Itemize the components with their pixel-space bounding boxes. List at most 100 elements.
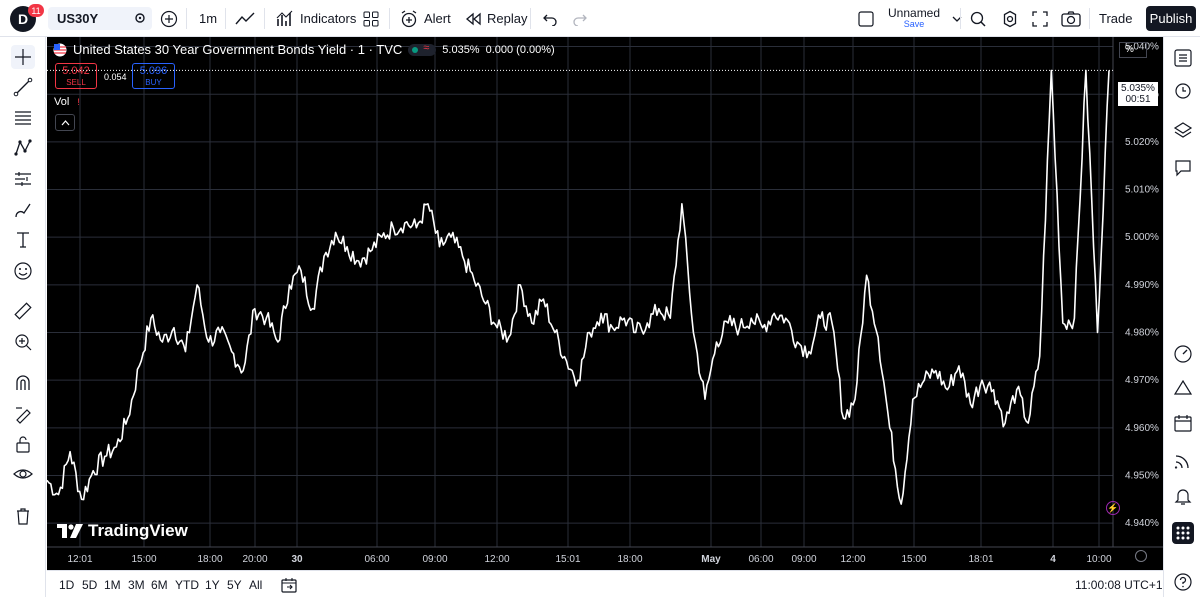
x-tick-label: 12:01 [67,554,92,565]
chart-type-button[interactable] [235,0,255,37]
range-1y[interactable]: 1Y [205,578,220,592]
apps-grid-icon[interactable] [1172,522,1194,544]
x-tick-label: 09:00 [422,554,447,565]
axis-settings-icon[interactable] [1135,550,1147,562]
y-tick-label: 4.980% [1125,328,1159,339]
y-tick-label: 4.990% [1125,280,1159,291]
compare-icon[interactable] [134,12,146,24]
add-symbol-button[interactable] [160,0,178,37]
layout-save-label: Save [903,18,925,29]
fullscreen-icon [1032,10,1048,27]
range-6m[interactable]: 6M [151,578,168,592]
ruler-icon[interactable] [11,299,35,323]
notification-badge: 11 [28,4,44,17]
fib-icon[interactable] [11,106,35,130]
range-1d[interactable]: 1D [59,578,74,592]
quick-search-icon [970,11,986,27]
quick-search-button[interactable] [969,0,987,37]
gauge-icon[interactable] [1172,343,1194,365]
forecast-icon[interactable] [11,167,35,191]
sell-button[interactable]: 5.042 SELL [55,63,97,89]
watchlist-icon[interactable] [1172,47,1194,69]
clock-timezone[interactable]: 11:00:08 UTC+1 [1075,578,1163,592]
fullscreen-button[interactable] [1032,0,1048,37]
grid-layout-icon [363,11,379,26]
range-ytd[interactable]: YTD [175,578,199,592]
collapse-legend-button[interactable] [55,114,75,131]
chevron-up-icon [61,119,69,125]
buy-label: BUY [145,78,162,87]
zoom-icon[interactable] [11,330,35,354]
trendline-icon[interactable] [11,75,35,99]
layout-name-button[interactable]: Unnamed Save [858,0,962,37]
chat-icon[interactable] [1172,157,1194,179]
layouts-button[interactable] [363,0,379,37]
buy-button[interactable]: 5.096 BUY [132,63,175,89]
replay-label: Replay [487,11,528,26]
volume-label: Vol [54,96,70,108]
x-tick-label: 15:01 [555,554,580,565]
layers-icon[interactable] [1172,119,1194,141]
camera-icon [1061,10,1081,27]
interval-label: 1m [199,11,218,26]
x-tick-label: 12:00 [840,554,865,565]
snapshot-button[interactable] [1061,0,1081,37]
bell-icon[interactable] [1172,485,1194,507]
range-5d[interactable]: 5D [82,578,97,592]
settings-button[interactable] [1001,0,1019,37]
x-tick-label: 18:00 [617,554,642,565]
last-price-value: 5.035% [1121,83,1155,94]
alerts-icon[interactable] [1172,79,1194,101]
crosshair-icon[interactable] [11,45,35,69]
legend-change: 0.000 (0.00%) [485,43,555,56]
ideas-icon[interactable] [1172,377,1194,399]
undo-button[interactable] [542,0,558,37]
brush-icon[interactable] [11,198,35,222]
redo-icon [573,14,587,26]
replay-lightning-icon[interactable]: ⚡ [1106,501,1120,515]
stream-icon[interactable] [1172,450,1194,472]
price-series-line [47,69,1110,505]
interval-button[interactable]: 1m [199,0,217,37]
price-chart[interactable]: 5.040%5.030%5.020%5.010%5.000%4.990%4.98… [47,37,1163,570]
eye-icon[interactable] [11,462,35,486]
axis-unit-label[interactable]: % [1119,42,1147,58]
market-status-icon: ≈ [408,42,437,56]
indicators-button[interactable]: Indicators [276,0,356,37]
y-tick-label: 4.950% [1125,471,1159,482]
trash-icon[interactable] [11,504,35,528]
lock-draw-icon[interactable] [11,402,35,426]
chart-pane[interactable]: 5.040%5.030%5.020%5.010%5.000%4.990%4.98… [47,37,1163,570]
alert-button[interactable]: Alert [400,0,451,37]
x-tick-label: 09:00 [791,554,816,565]
publish-button[interactable]: Publish [1146,6,1196,31]
calendar-icon[interactable] [1172,412,1194,434]
replay-button[interactable]: Replay [465,0,527,37]
redo-button[interactable] [572,0,588,37]
range-all[interactable]: All [249,578,262,592]
y-tick-label: 4.960% [1125,423,1159,434]
text-icon[interactable] [11,228,35,252]
symbol-search[interactable]: US30Y [48,7,152,30]
help-icon[interactable] [1172,571,1194,593]
y-tick-label: 5.020% [1125,137,1159,148]
pattern-icon[interactable] [11,136,35,160]
range-1m[interactable]: 1M [104,578,121,592]
top-toolbar: D 11 US30Y 1m Indicators Alert Replay Un… [0,0,1200,37]
trade-button[interactable]: Trade [1099,0,1132,37]
layout-name: Unnamed [888,5,941,20]
goto-date-button[interactable] [281,577,297,596]
emoji-icon[interactable] [11,259,35,283]
alarm-plus-icon [401,9,417,27]
range-3m[interactable]: 3M [128,578,145,592]
spread-value: 0.054 [104,72,127,82]
plus-circle-icon [160,10,178,27]
range-5y[interactable]: 5Y [227,578,242,592]
indicators-icon [276,10,293,26]
magnet-icon[interactable] [11,371,35,395]
x-tick-label: 06:00 [364,554,389,565]
y-tick-label: 4.970% [1125,375,1159,386]
lock-icon[interactable] [11,432,35,456]
x-tick-label: 18:01 [968,554,993,565]
x-tick-label: 06:00 [748,554,773,565]
